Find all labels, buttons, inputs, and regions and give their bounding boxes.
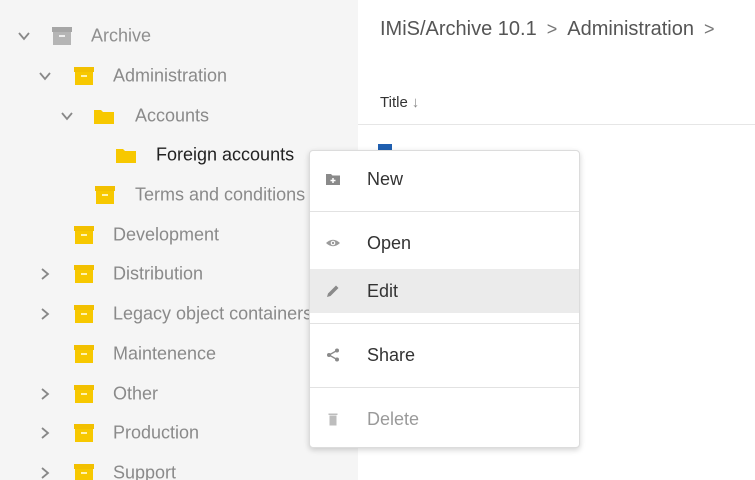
tree-item-foreign-accounts[interactable]: Foreign accounts: [0, 135, 358, 175]
tree-item-support[interactable]: Support: [0, 453, 358, 480]
menu-item-label: Open: [367, 232, 412, 253]
menu-item-label: New: [367, 168, 404, 189]
trash-icon: [324, 410, 342, 428]
box-folder-icon: [73, 66, 95, 86]
tree-item-administration[interactable]: Administration: [0, 56, 358, 96]
tree-item-label: Foreign accounts: [156, 144, 295, 165]
menu-item-label: Edit: [367, 280, 399, 301]
column-header-title[interactable]: Title ↓: [380, 94, 419, 111]
menu-item-delete[interactable]: Delete: [310, 397, 579, 441]
tree-item-label: Administration: [113, 65, 228, 86]
chevron-right-icon[interactable]: [38, 387, 52, 401]
box-folder-icon: [73, 304, 95, 324]
tree-item-development[interactable]: Development: [0, 215, 358, 255]
tree-item-label: Maintenence: [113, 343, 217, 364]
tree-item-distribution[interactable]: Distribution: [0, 254, 358, 294]
breadcrumb-separator: >: [703, 19, 715, 40]
menu-item-edit[interactable]: Edit: [310, 269, 579, 313]
header-divider: [358, 124, 755, 125]
chevron-down-icon[interactable]: [60, 109, 74, 123]
box-folder-icon: [73, 463, 95, 480]
folder-icon: [93, 106, 115, 126]
box-folder-icon: [73, 384, 95, 404]
sort-arrow-down-icon[interactable]: ↓: [412, 94, 420, 111]
menu-item-label: Delete: [367, 408, 420, 429]
folder-tree: Archive Administration Accounts Foreign …: [0, 0, 358, 480]
chevron-right-icon[interactable]: [38, 426, 52, 440]
folder-icon: [115, 145, 137, 165]
tree-item-label: Legacy object containers: [113, 303, 313, 324]
menu-divider: [310, 211, 579, 212]
chevron-down-icon[interactable]: [17, 29, 31, 43]
pencil-icon: [324, 282, 342, 300]
tree-item-label: Archive: [91, 25, 152, 46]
chevron-down-icon[interactable]: [38, 69, 52, 83]
column-title-label: Title: [380, 94, 408, 111]
menu-divider: [310, 387, 579, 388]
tree-item-label: Support: [113, 462, 177, 480]
tree-item-label: Other: [113, 383, 159, 404]
tree-item-legacy-object-containers[interactable]: Legacy object containers: [0, 294, 358, 334]
breadcrumb-item-administration[interactable]: Administration: [567, 18, 694, 40]
box-folder-icon: [73, 423, 95, 443]
folder-plus-icon: [324, 170, 342, 188]
tree-item-label: Production: [113, 422, 200, 443]
box-folder-icon: [73, 264, 95, 284]
share-icon: [324, 346, 342, 364]
menu-item-share[interactable]: Share: [310, 333, 579, 377]
tree-item-accounts[interactable]: Accounts: [0, 96, 358, 136]
tree-item-label: Terms and conditions: [135, 184, 306, 205]
eye-icon: [324, 234, 342, 252]
box-folder-icon: [73, 344, 95, 364]
tree-item-production[interactable]: Production: [0, 413, 358, 453]
breadcrumb-item-root[interactable]: IMiS/Archive 10.1: [380, 18, 537, 40]
context-menu: New Open Edit Share Delete: [309, 150, 580, 448]
menu-item-new[interactable]: New: [310, 157, 579, 201]
tree-item-maintenence[interactable]: Maintenence: [0, 334, 358, 374]
breadcrumb: IMiS/Archive 10.1 > Administration >: [380, 18, 724, 41]
tree-item-terms-and-conditions[interactable]: Terms and conditions: [0, 175, 358, 215]
tree-item-label: Accounts: [135, 105, 210, 126]
archive-box-icon: [51, 26, 73, 46]
box-folder-icon: [94, 185, 116, 205]
tree-item-label: Distribution: [113, 263, 204, 284]
menu-divider: [310, 323, 579, 324]
chevron-right-icon[interactable]: [38, 267, 52, 281]
menu-item-open[interactable]: Open: [310, 221, 579, 265]
breadcrumb-separator: >: [546, 19, 558, 40]
chevron-right-icon[interactable]: [38, 466, 52, 480]
menu-item-label: Share: [367, 344, 416, 365]
box-folder-icon: [73, 225, 95, 245]
tree-item-other[interactable]: Other: [0, 374, 358, 414]
tree-item-archive[interactable]: Archive: [0, 16, 358, 56]
tree-item-label: Development: [113, 224, 220, 245]
chevron-right-icon[interactable]: [38, 307, 52, 321]
